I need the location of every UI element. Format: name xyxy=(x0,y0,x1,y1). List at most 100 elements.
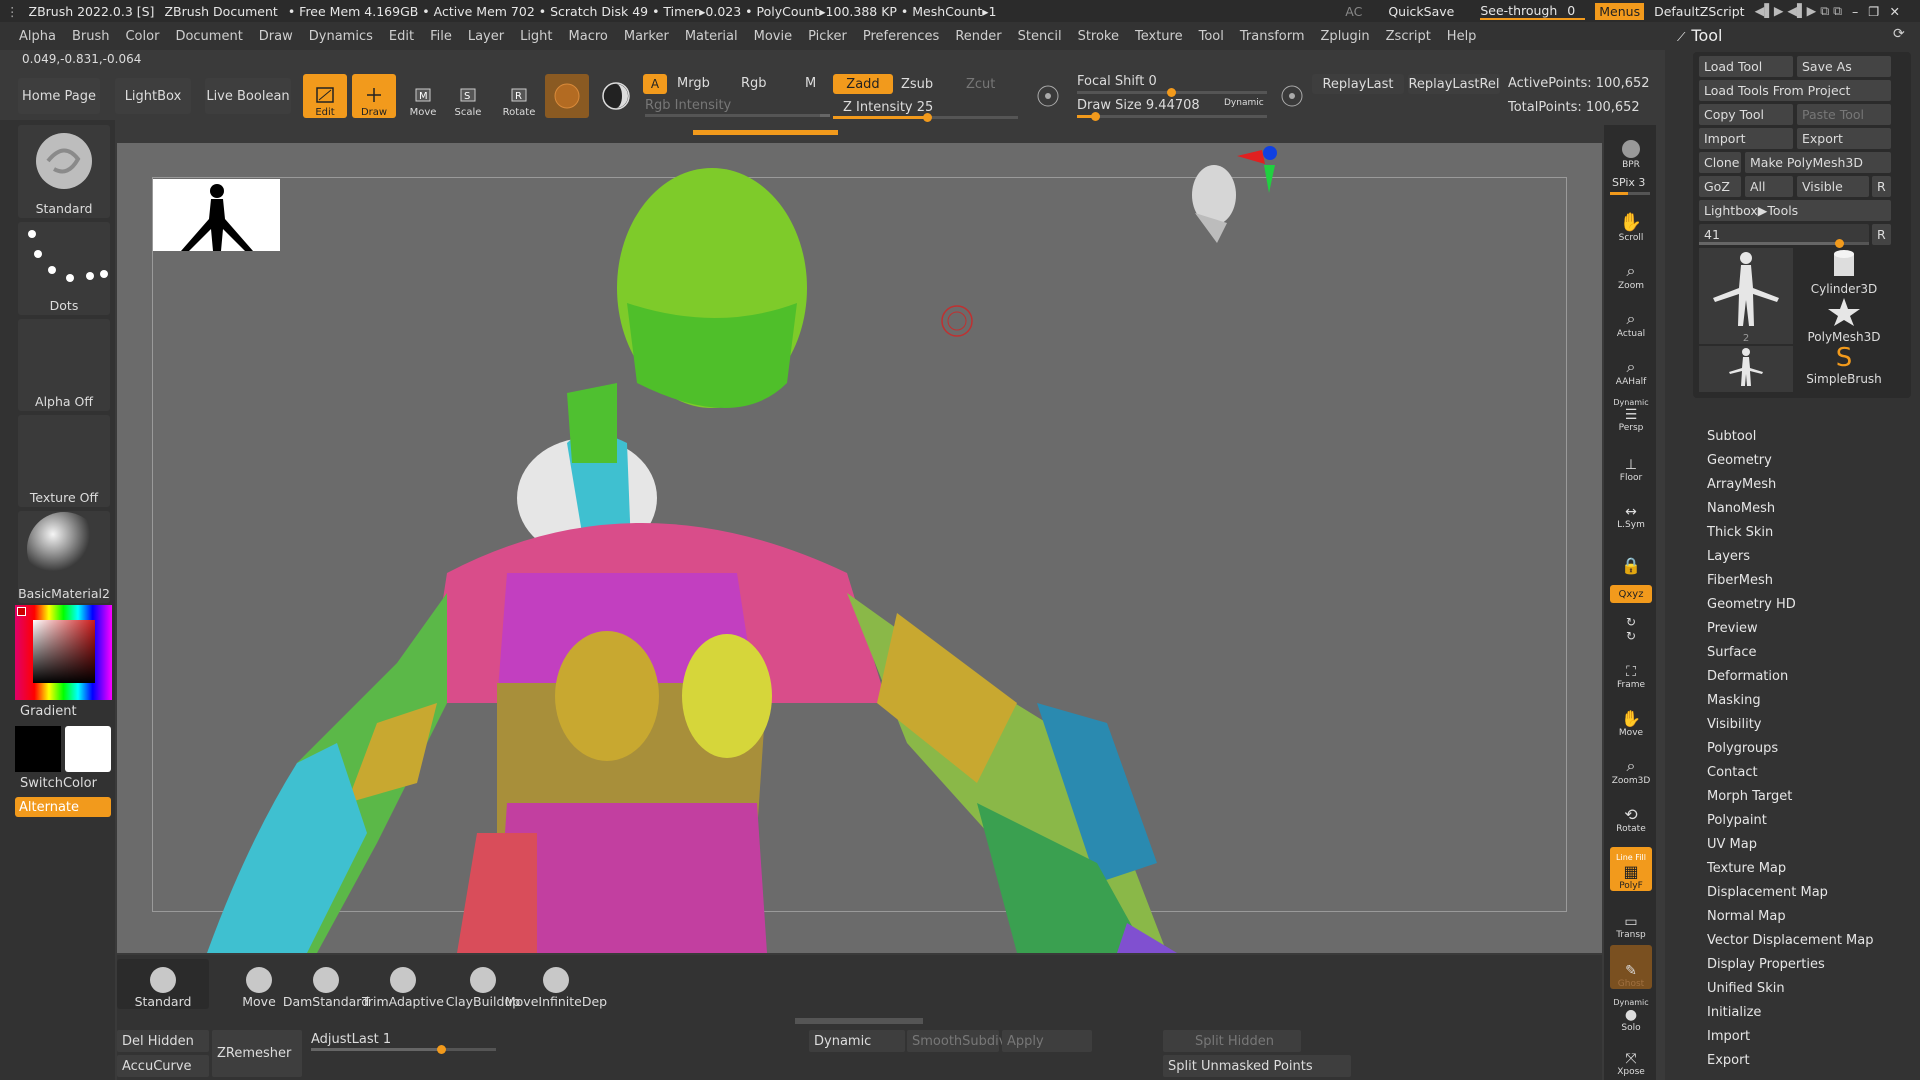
zsub-toggle[interactable]: Zsub xyxy=(901,77,933,92)
import-tool-button[interactable]: Import xyxy=(1699,128,1793,149)
split-hidden-button[interactable]: Split Hidden xyxy=(1163,1030,1301,1052)
scale-mode-button[interactable]: S Scale xyxy=(446,74,490,118)
rotate-mode-button[interactable]: R Rotate xyxy=(497,74,541,118)
close-icon[interactable]: ✕ xyxy=(1890,4,1900,19)
tool-thumb-cylinder[interactable]: Cylinder3D xyxy=(1797,248,1891,296)
subpalette-layers[interactable]: Layers xyxy=(1707,549,1750,564)
copy-tool-button[interactable]: Copy Tool xyxy=(1699,104,1793,125)
draw-button[interactable]: Draw xyxy=(352,74,396,118)
lsym-button[interactable]: ↔ L.Sym xyxy=(1610,490,1652,530)
zoom3d-button[interactable]: ⌕ Zoom3D xyxy=(1610,746,1652,786)
zoom-button[interactable]: ⌕ Zoom xyxy=(1610,251,1652,291)
subpalette-morph-target[interactable]: Morph Target xyxy=(1707,789,1792,804)
menu-stencil[interactable]: Stencil xyxy=(1018,29,1062,44)
stroke-selector[interactable]: Dots xyxy=(18,222,110,315)
lock-button[interactable]: 🔒 xyxy=(1610,535,1652,575)
subpalette-normal-map[interactable]: Normal Map xyxy=(1707,909,1786,924)
tool-count-r-button[interactable]: R xyxy=(1872,224,1891,245)
menu-edit[interactable]: Edit xyxy=(389,29,414,44)
gizmo-toggle-button[interactable] xyxy=(594,74,638,118)
menu-render[interactable]: Render xyxy=(955,29,1001,44)
brush-moveinfinitedep[interactable]: MoveInfiniteDep xyxy=(505,959,607,1009)
menu-stroke[interactable]: Stroke xyxy=(1078,29,1119,44)
home-page-button[interactable]: Home Page xyxy=(18,78,100,114)
menu-brush[interactable]: Brush xyxy=(72,29,110,44)
secondary-color-swatch[interactable] xyxy=(65,726,111,772)
polyf-button[interactable]: Line Fill ▦ PolyF xyxy=(1610,847,1652,891)
brush-trimadaptive[interactable]: TrimAdaptive xyxy=(357,959,449,1009)
subpalette-import[interactable]: Import xyxy=(1707,1029,1750,1044)
menu-macro[interactable]: Macro xyxy=(569,29,608,44)
dynamic-size-toggle[interactable]: Dynamic xyxy=(1224,98,1264,108)
menu-document[interactable]: Document xyxy=(175,29,242,44)
rgb-toggle[interactable]: Rgb xyxy=(741,76,767,91)
persp-button[interactable]: Dynamic ☰ Persp xyxy=(1610,393,1652,433)
zadd-toggle[interactable]: Zadd xyxy=(833,74,893,94)
subpalette-displacement-map[interactable]: Displacement Map xyxy=(1707,885,1828,900)
quicksave-button[interactable]: QuickSave xyxy=(1388,4,1454,19)
refresh-icon[interactable]: ⟳ xyxy=(1893,26,1905,42)
color-saturation-square[interactable] xyxy=(33,620,95,683)
menu-movie[interactable]: Movie xyxy=(754,29,792,44)
move-view-button[interactable]: ✋ Move xyxy=(1610,698,1652,738)
zremesher-button[interactable]: ZRemesher xyxy=(212,1030,302,1077)
menu-color[interactable]: Color xyxy=(125,29,159,44)
menu-zscript[interactable]: Zscript xyxy=(1386,29,1431,44)
subpalette-masking[interactable]: Masking xyxy=(1707,693,1761,708)
paste-tool-button[interactable]: Paste Tool xyxy=(1797,104,1891,125)
minimize-icon[interactable]: – xyxy=(1852,4,1858,19)
ghost-button[interactable]: ✎ Ghost xyxy=(1610,945,1652,989)
subpalette-contact[interactable]: Contact xyxy=(1707,765,1758,780)
del-hidden-button[interactable]: Del Hidden xyxy=(117,1030,209,1052)
menu-draw[interactable]: Draw xyxy=(259,29,293,44)
menu-alpha[interactable]: Alpha xyxy=(19,29,56,44)
replay-last-rel-button[interactable]: ReplayLastRel xyxy=(1408,74,1500,94)
load-tool-button[interactable]: Load Tool xyxy=(1699,56,1793,77)
z-intensity-slider[interactable] xyxy=(833,113,1018,122)
gradient-label[interactable]: Gradient xyxy=(20,704,77,719)
brush-selector[interactable]: Standard xyxy=(18,125,110,218)
menu-zplugin[interactable]: Zplugin xyxy=(1321,29,1370,44)
subpalette-nanomesh[interactable]: NanoMesh xyxy=(1707,501,1775,516)
menu-tool[interactable]: Tool xyxy=(1199,29,1224,44)
tool-thumb-figure[interactable]: 2 xyxy=(1699,248,1793,344)
menu-marker[interactable]: Marker xyxy=(624,29,669,44)
menu-dynamics[interactable]: Dynamics xyxy=(309,29,373,44)
shelf-divider-handle[interactable] xyxy=(795,1018,923,1024)
smoothsubdiv-button[interactable]: SmoothSubdiv xyxy=(907,1030,1006,1052)
main-color-swatch[interactable] xyxy=(15,726,61,772)
frame-button[interactable]: ⛶ Frame xyxy=(1610,650,1652,690)
subpalette-preview[interactable]: Preview xyxy=(1707,621,1758,636)
material-selector[interactable]: BasicMaterial2 xyxy=(18,511,110,603)
tool-count-slider[interactable]: 41 xyxy=(1699,224,1869,248)
menu-material[interactable]: Material xyxy=(685,29,738,44)
subpalette-polypaint[interactable]: Polypaint xyxy=(1707,813,1767,828)
goz-button[interactable]: GoZ xyxy=(1699,176,1741,197)
aahalf-button[interactable]: ⌕ AAHalf xyxy=(1610,347,1652,387)
rgb-intensity-slider[interactable] xyxy=(645,114,830,117)
floor-button[interactable]: ⊥ Floor xyxy=(1610,443,1652,483)
brush-standard[interactable]: Standard xyxy=(117,959,209,1009)
alpha-selector[interactable]: Alpha Off xyxy=(18,319,110,411)
menus-toggle[interactable]: Menus xyxy=(1595,2,1645,20)
export-tool-button[interactable]: Export xyxy=(1797,128,1891,149)
menu-light[interactable]: Light xyxy=(520,29,552,44)
see-through-slider[interactable]: See-through 0 xyxy=(1480,3,1586,20)
goz-r-button[interactable]: R xyxy=(1872,176,1891,197)
menu-preferences[interactable]: Preferences xyxy=(863,29,939,44)
actual-button[interactable]: ⌕ Actual xyxy=(1610,299,1652,339)
scroll-button[interactable]: ✋ Scroll xyxy=(1610,203,1652,243)
apply-button[interactable]: Apply xyxy=(1002,1030,1092,1052)
canvas-viewport[interactable] xyxy=(117,143,1602,953)
draw-size-slider[interactable] xyxy=(1077,112,1267,121)
menu-transform[interactable]: Transform xyxy=(1240,29,1305,44)
subpalette-geometry[interactable]: Geometry xyxy=(1707,453,1772,468)
move-mode-button[interactable]: M Move xyxy=(401,74,445,118)
menu-texture[interactable]: Texture xyxy=(1135,29,1183,44)
goz-all-button[interactable]: All xyxy=(1745,176,1793,197)
focal-shift-icon[interactable] xyxy=(1030,78,1066,114)
subpalette-unified-skin[interactable]: Unified Skin xyxy=(1707,981,1785,996)
subpalette-subtool[interactable]: Subtool xyxy=(1707,429,1756,444)
rotate-axis-icons[interactable]: ↻ ↻ xyxy=(1610,607,1652,643)
goz-visible-button[interactable]: Visible xyxy=(1797,176,1869,197)
